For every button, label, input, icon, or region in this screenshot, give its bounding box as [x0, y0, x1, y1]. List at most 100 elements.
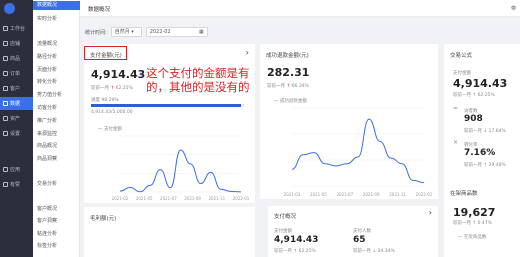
submenu-item[interactable]: 商品概况: [37, 142, 57, 149]
change-value: 66.34%: [291, 84, 309, 89]
nav-item-workbench[interactable]: 工作台: [0, 22, 33, 35]
nav-item-settings[interactable]: 设置: [0, 127, 33, 140]
x-tick-label: 2021-07: [160, 196, 177, 201]
chevron-right-icon[interactable]: ›: [429, 208, 432, 217]
brand-icon: [3, 182, 8, 187]
progress-bar-track: [91, 104, 244, 107]
nav-item-customers[interactable]: 客户: [0, 82, 33, 95]
submenu-item[interactable]: 实时分析: [37, 15, 57, 22]
summary-label: 支付金额: [274, 229, 292, 234]
pay-change: 较前一月 ↑ 62.25%: [91, 85, 133, 91]
app-root: 工作台 店铺 商品 订单 客户 数据 资产 设置 应用 有赞 数据概况 实时分析…: [0, 0, 520, 257]
trade-formula-card: 交易公式 支付金额 4,914.43 较前一月 ↑ 62.25% = 访客数 9…: [444, 44, 520, 204]
submenu-item[interactable]: 访客分析: [37, 104, 57, 111]
chart-legend: — 在架商品数: [458, 234, 486, 240]
nav-item-orders[interactable]: 订单: [0, 67, 33, 80]
submenu-item[interactable]: 交易分析: [37, 180, 57, 187]
chart-icon: [3, 101, 8, 106]
nav-label: 商品: [10, 56, 21, 62]
submenu-item[interactable]: 推广分析: [37, 117, 57, 124]
page-header: 数据概况 带: [80, 0, 520, 17]
refund-change: 较前一月 ↑ 66.34%: [267, 83, 309, 89]
up-arrow-icon: ↑: [286, 84, 291, 89]
visitors-value: 908: [464, 114, 483, 124]
wallet-icon: [3, 116, 8, 121]
conv-change: 较前一月 ↑ 29.48%: [464, 163, 506, 168]
progress-sub: 4,914.43/5,000.00: [91, 110, 133, 115]
nav-item-apps[interactable]: 应用: [0, 163, 33, 176]
nav-label: 应用: [10, 167, 21, 173]
calendar-icon: ▦: [198, 29, 204, 35]
change-value: 62.25%: [115, 86, 133, 91]
card-title: 成功退款金额(元): [266, 53, 309, 59]
submenu-item[interactable]: 势力值分析: [37, 91, 62, 98]
series-line: [291, 118, 425, 184]
nav-item-goods[interactable]: 商品: [0, 52, 33, 65]
apps-icon: [3, 167, 8, 172]
home-icon: [3, 26, 8, 31]
formula-label: 支付金额: [453, 71, 471, 76]
series-line: [119, 149, 242, 193]
date-picker[interactable]: 2022-02 ▦: [145, 27, 208, 37]
change-label: 较前一月: [91, 86, 109, 91]
data-submenu: 数据概况 实时分析 流量概况 路径分析 页面分析 转化分析 势力值分析 访客分析…: [33, 0, 80, 257]
x-tick-label: 2021-11: [389, 192, 406, 197]
x-tick-label: 2021-09: [184, 196, 201, 201]
submenu-item[interactable]: 客户洞察: [37, 217, 57, 224]
nav-label: 数据: [10, 101, 21, 107]
submenu-item[interactable]: 客户概况: [37, 205, 57, 212]
nav-label: 有赞: [10, 182, 21, 188]
legend-label: 在架商品数: [463, 235, 487, 240]
formula-change: 较前一月 ↑ 62.25%: [453, 93, 495, 98]
nav-item-data[interactable]: 数据: [0, 97, 33, 110]
submenu-item[interactable]: 路径分析: [37, 53, 57, 60]
submenu-item[interactable]: 标签分析: [37, 242, 57, 249]
page-title: 数据概况: [88, 7, 111, 13]
goods-value: 19,627: [453, 206, 496, 219]
nav-item-assets[interactable]: 资产: [0, 112, 33, 125]
legend-line-icon: —: [458, 235, 463, 240]
submenu-item[interactable]: 商品洞察: [37, 155, 57, 162]
visitors-change: 较前一月 ↓ 17.64%: [464, 129, 506, 134]
goods-icon: [3, 56, 8, 61]
period-select[interactable]: 自然月 ▾: [110, 27, 142, 37]
submenu-item[interactable]: 数据概况: [33, 1, 80, 10]
gross-profit-card: 毛利额(元): [84, 207, 255, 257]
nav-label: 订单: [10, 71, 21, 77]
nav-item-shop[interactable]: 店铺: [0, 37, 33, 50]
submenu-item[interactable]: 流量概况: [37, 40, 57, 47]
nav-label: 资产: [10, 116, 21, 122]
submenu-item[interactable]: 转化分析: [37, 78, 57, 85]
submenu-item[interactable]: 页面分析: [37, 66, 57, 73]
annotation-text: 这个支付的金额是有的，其他的是没有的: [146, 66, 250, 94]
x-tick-label: 2021-05: [136, 196, 153, 201]
change-label: 较前一月: [267, 84, 285, 89]
multiply-icon: ×: [453, 139, 459, 146]
submenu-item[interactable]: 来源监控: [37, 130, 57, 137]
up-arrow-icon: ↑: [110, 86, 115, 91]
customer-icon: [3, 86, 8, 91]
submenu-item[interactable]: 粘连分析: [37, 230, 57, 237]
equals-icon: =: [453, 105, 459, 112]
formula-value: 4,914.43: [453, 77, 508, 90]
chevron-right-icon[interactable]: ›: [246, 48, 249, 57]
main-nav: 工作台 店铺 商品 订单 客户 数据 资产 设置 应用 有赞: [0, 0, 33, 257]
edit-icon[interactable]: ✎: [139, 72, 144, 79]
x-tick-label: 2021-02: [112, 196, 129, 201]
header-action[interactable]: 带: [511, 5, 516, 12]
chevron-down-icon: ▾: [131, 29, 134, 35]
summary-change: 较前一月 ↑ 62.25%: [274, 249, 316, 254]
progress-text: 进度 98.29%: [91, 97, 119, 103]
x-tick-label: 2021-11: [208, 196, 225, 201]
refund-line-chart: 2021-03 2021-05 2021-07 2021-09 2021-11 2022-…: [284, 107, 433, 197]
summary-label: 支付人数: [353, 229, 371, 234]
x-tick-label: 2022-01: [416, 192, 433, 197]
nav-item-brand[interactable]: 有赞: [0, 178, 33, 191]
conv-value: 7.16%: [464, 148, 496, 158]
logo-icon[interactable]: [4, 3, 15, 14]
progress-value: 98.29%: [101, 98, 119, 103]
card-title: 在架商品数: [450, 191, 478, 197]
annotation-box: [84, 46, 127, 60]
date-value: 2022-02: [149, 29, 171, 35]
nav-label: 工作台: [10, 26, 26, 32]
